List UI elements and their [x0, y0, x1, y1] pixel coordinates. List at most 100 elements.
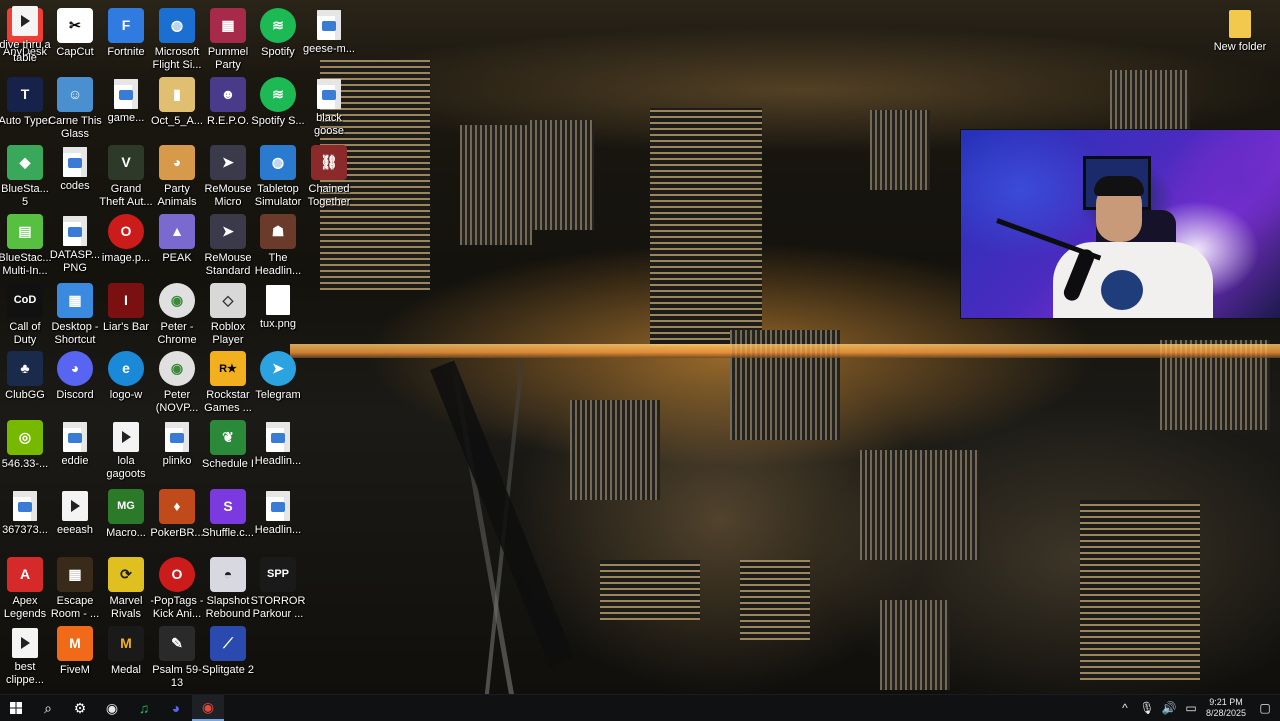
desktop-icon[interactable]: ▦ Escape Room - ... [50, 553, 100, 621]
desktop-icon[interactable]: ⟳ Marvel Rivals [101, 553, 151, 621]
desktop-icon[interactable]: ◎ 546.33-... [0, 416, 50, 484]
desktop-icon-label: Chained Together [307, 182, 351, 208]
desktop-icon[interactable]: ☻ R.E.P.O. [203, 73, 253, 141]
desktop-icon[interactable]: S Shuffle.c... [202, 485, 254, 553]
desktop-icon[interactable]: ♣ ClubGG [0, 347, 50, 415]
desktop-icon[interactable]: ➤ Telegram [253, 347, 303, 415]
desktop-icon[interactable]: lola gagoots [101, 416, 151, 484]
desktop-icon[interactable]: ◍ Tabletop Simulator [253, 141, 303, 209]
desktop-icon[interactable]: tux.png [253, 279, 303, 347]
desktop-icon-label: The Headlin... [254, 251, 302, 277]
app-shortcut-icon: ♦ [159, 489, 195, 524]
desktop-icon[interactable]: DATASP... PNG [50, 210, 100, 278]
desktop-icon[interactable]: Headlin... [253, 416, 303, 484]
desktop-icon[interactable]: geese-m... [303, 4, 355, 72]
desktop-icon-label: Pummel Party [207, 45, 249, 71]
desktop-icon[interactable]: ▮ Oct_5_A... [151, 73, 203, 141]
desktop-icon[interactable]: ◆ BlueSta... 5 [0, 141, 50, 209]
volume-icon[interactable]: 🔊 [1158, 701, 1180, 715]
desktop-icon[interactable]: codes [50, 141, 100, 209]
desktop-icon[interactable]: e logo-w [101, 347, 151, 415]
desktop-icon[interactable]: best clippe... [0, 622, 50, 690]
desktop-icon-label: Carne This Glass [48, 114, 102, 140]
desktop-icon[interactable]: CoD Call of Duty [0, 279, 50, 347]
discord-icon: ◕ [171, 700, 181, 716]
desktop-icon[interactable]: ◓ Slapshot Rebound [203, 553, 253, 621]
desktop-icon[interactable]: ◉ Peter - Chrome [152, 279, 202, 347]
desktop-icon[interactable]: ⟋ Splitgate 2 [202, 622, 254, 690]
desktop-icon[interactable]: ▦ Desktop - Shortcut [50, 279, 100, 347]
desktop-icon[interactable]: ◇ Roblox Player [203, 279, 253, 347]
desktop-icon[interactable]: ▲ PEAK [152, 210, 202, 278]
desktop-icon-label: 367373... [2, 524, 48, 536]
image-file-icon [114, 79, 138, 109]
taskbar-obs-button[interactable]: ◉ [96, 695, 128, 721]
desktop-icon[interactable]: plinko [152, 416, 202, 484]
desktop-icon[interactable]: V Grand Theft Aut... [99, 141, 153, 209]
desktop-icon[interactable]: ☺ Carne This Glass [48, 73, 102, 141]
desktop-icon[interactable]: A Apex Legends [0, 553, 50, 621]
taskbar-spotify-button[interactable]: ♫ [128, 695, 160, 721]
desktop-icon-label: image.p... [101, 251, 151, 264]
app-shortcut-icon: S [210, 489, 246, 524]
notifications-icon[interactable]: ▢ [1250, 701, 1280, 715]
app-shortcut-icon: ▦ [210, 8, 246, 43]
taskbar-search-button[interactable]: ⌕ [32, 695, 64, 721]
desktop-icon[interactable]: Oimage.p... [101, 210, 151, 278]
image-file-icon [63, 216, 87, 246]
desktop-icon[interactable]: MG Macro... [101, 485, 151, 553]
taskbar-chrome-button[interactable]: ◉ [192, 695, 224, 721]
desktop-icon[interactable]: M FiveM [50, 622, 100, 690]
desktop-icon-label: R.E.P.O. [207, 114, 249, 127]
desktop-icon[interactable]: game... [101, 73, 151, 141]
taskbar-pinned-apps: ⌕ ⚙ ◉ ♫ ◕ ◉ [32, 695, 224, 721]
desktop-icon[interactable]: ✎ Psalm 59-13 [152, 622, 202, 690]
desktop-icon-label: PEAK [162, 251, 192, 264]
app-shortcut-icon: ☗ [260, 214, 296, 249]
desktop-icon[interactable]: I Liar's Bar [101, 279, 151, 347]
desktop-icon[interactable]: eddie [50, 416, 100, 484]
desktop-icon[interactable]: R★ Rockstar Games ... [203, 347, 253, 415]
desktop-icon[interactable]: O -PopTags - Kick Ani... [150, 553, 204, 621]
desktop-icon[interactable]: ≋ Spotify S... [251, 73, 305, 141]
app-shortcut-icon: ◉ [159, 283, 195, 318]
desktop-icon[interactable]: ⛓ Chained Together [304, 141, 354, 209]
desktop-icon-label: Auto Typer [0, 114, 52, 127]
desktop-icon[interactable]: F Fortnite [101, 4, 151, 72]
desktop-icon[interactable]: ◕ Party Animals [152, 141, 202, 209]
desktop-icon[interactable]: ➤ ReMouse Micro [203, 141, 253, 209]
desktop-icon[interactable]: ♦ PokerBR... [150, 485, 204, 553]
image-file-icon [317, 10, 341, 40]
start-button[interactable] [0, 695, 32, 721]
desktop-icon[interactable]: black goose [304, 73, 354, 141]
desktop-icon[interactable]: dive thru a table [0, 0, 51, 68]
desktop-icon[interactable]: SPP STORROR Parkour ... [251, 553, 305, 621]
taskbar-discord-button[interactable]: ◕ [160, 695, 192, 721]
desktop-icon[interactable]: 367373... [0, 485, 50, 553]
clock[interactable]: 9:21 PM 8/28/2025 [1202, 697, 1250, 719]
taskbar-settings-button[interactable]: ⚙ [64, 695, 96, 721]
desktop-icon[interactable]: M Medal [101, 622, 151, 690]
app-shortcut-icon: ◎ [7, 420, 43, 455]
desktop-icon[interactable]: Headlin... [253, 485, 303, 553]
desktop-icon[interactable]: ◉ Peter (NOVP... [152, 347, 202, 415]
desktop-icon[interactable]: ❦ Schedule I [202, 416, 254, 484]
desktop-icon[interactable]: ✂ CapCut [50, 4, 100, 72]
desktop-icon[interactable]: eeeash [50, 485, 100, 553]
desktop-icon-new-folder[interactable]: New folder [1214, 4, 1266, 72]
microphone-icon[interactable]: 🎙 [1136, 701, 1158, 715]
desktop-icon[interactable]: ▤ BlueStac... Multi-In... [0, 210, 52, 278]
desktop-icon[interactable]: ▦ Pummel Party [203, 4, 253, 72]
network-icon[interactable]: ▭ [1180, 701, 1202, 715]
desktop-icon[interactable]: ➤ ReMouse Standard [203, 210, 253, 278]
desktop-icon[interactable]: ◕ Discord [50, 347, 100, 415]
desktop-icon-label: best clippe... [6, 661, 44, 686]
app-shortcut-icon: V [108, 145, 144, 180]
desktop-icon[interactable]: ☗ The Headlin... [253, 210, 303, 278]
desktop-icon-label: -PopTags - Kick Ani... [150, 594, 204, 620]
tray-overflow-chevron-icon[interactable]: ^ [1114, 701, 1136, 715]
desktop-icon-label: Call of Duty [9, 320, 41, 346]
desktop-icon[interactable]: T Auto Typer [0, 73, 52, 141]
desktop-icon[interactable]: ≋ Spotify [253, 4, 303, 72]
desktop-icon[interactable]: ◍ Microsoft Flight Si... [152, 4, 202, 72]
